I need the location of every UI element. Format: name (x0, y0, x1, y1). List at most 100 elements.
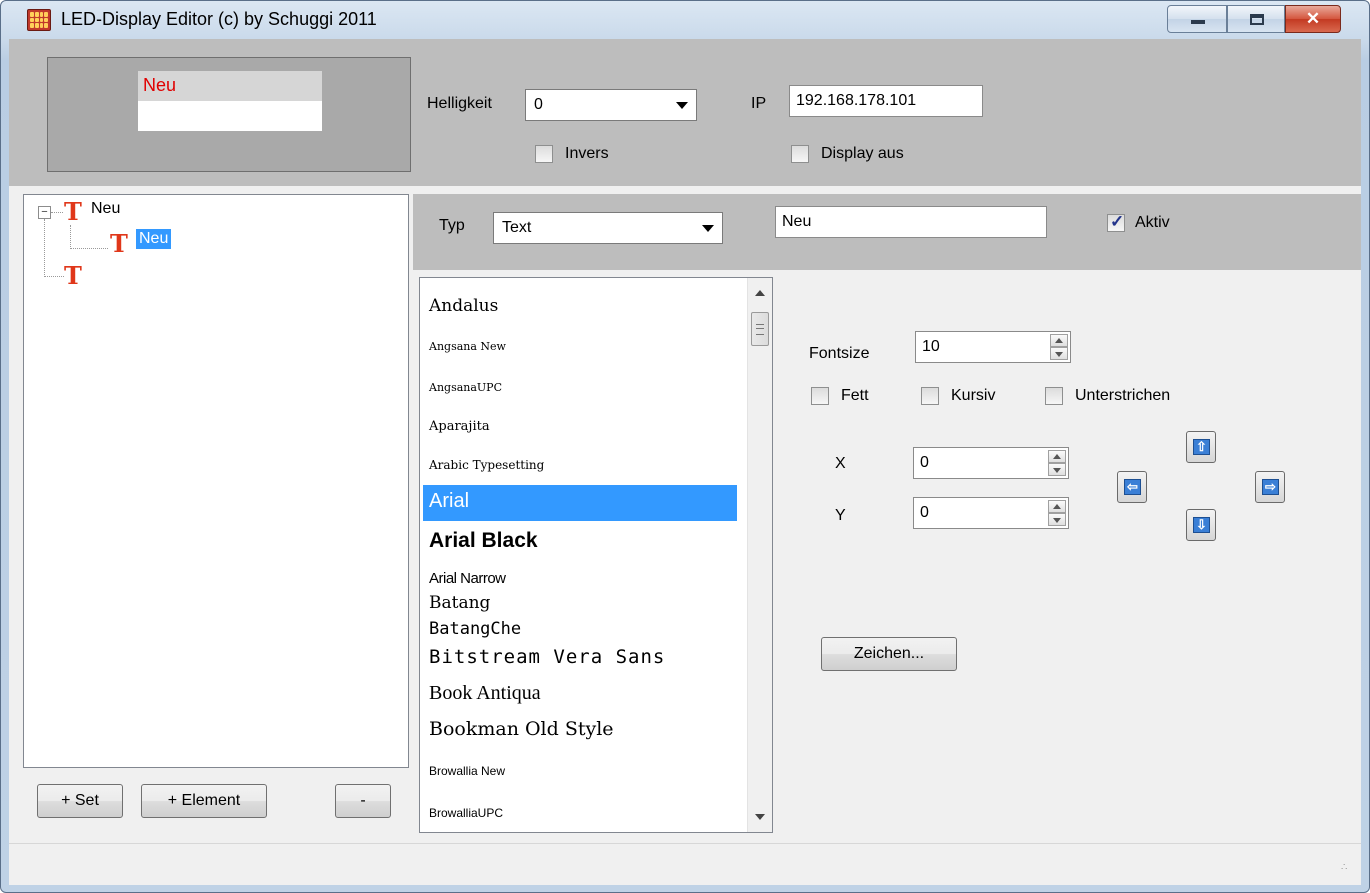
y-label: Y (835, 507, 846, 524)
kursiv-label: Kursiv (951, 387, 996, 404)
ip-input[interactable]: 192.168.178.101 (789, 85, 983, 117)
y-stepper[interactable]: 0 (913, 497, 1069, 529)
settings-panel: Neu Helligkeit 0 IP 192.168.178.101 Inve… (9, 39, 1361, 186)
font-item[interactable]: Arial Narrow (423, 570, 737, 587)
chevron-down-icon (676, 102, 688, 109)
font-item[interactable]: Angsana New (423, 340, 737, 353)
font-item[interactable]: Bitstream Vera Sans (423, 646, 737, 668)
font-item[interactable]: AngsanaUPC (423, 381, 737, 394)
y-value: 0 (920, 504, 929, 521)
scroll-up-icon[interactable] (755, 290, 765, 296)
aktiv-checkbox[interactable] (1107, 212, 1125, 232)
fett-checkbox[interactable] (811, 387, 829, 405)
spin-down-icon[interactable] (1048, 463, 1066, 476)
x-stepper[interactable]: 0 (913, 447, 1069, 479)
move-up-button[interactable]: ⇧ (1186, 431, 1216, 463)
helligkeit-select[interactable]: 0 (525, 89, 697, 121)
arrow-up-icon: ⇧ (1193, 439, 1210, 455)
resize-grip-icon[interactable]: ∴ (1341, 863, 1355, 879)
spin-up-icon[interactable] (1048, 500, 1066, 513)
spin-down-icon[interactable] (1050, 347, 1068, 360)
font-item-selected[interactable]: Arial (423, 485, 737, 521)
element-tree[interactable]: − T Neu T Neu T (23, 194, 409, 768)
font-item[interactable]: Browallia New (423, 764, 737, 778)
move-left-button[interactable]: ⇦ (1117, 471, 1147, 503)
invers-label: Invers (565, 145, 609, 162)
font-item[interactable]: BatangChe (423, 619, 737, 639)
font-list[interactable]: Andalus Angsana New AngsanaUPC Aparajita… (419, 277, 773, 833)
move-right-button[interactable]: ⇨ (1255, 471, 1285, 503)
helligkeit-value: 0 (534, 96, 543, 113)
font-item[interactable]: Bookman Old Style (423, 718, 737, 740)
font-item[interactable]: BrowalliaUPC (423, 806, 737, 820)
scroll-thumb[interactable] (751, 312, 769, 346)
spin-down-icon[interactable] (1048, 513, 1066, 526)
display-aus-checkbox[interactable] (791, 145, 809, 163)
font-item[interactable]: Batang (423, 593, 737, 613)
minimize-icon (1191, 20, 1205, 24)
zeichen-button[interactable]: Zeichen... (821, 637, 957, 671)
title-bar[interactable]: LED-Display Editor (c) by Schuggi 2011 ✕ (1, 1, 1369, 39)
maximize-button[interactable] (1227, 5, 1285, 33)
element-type-bar: Typ Text Neu Aktiv (413, 194, 1361, 270)
tree-item-label[interactable]: Neu (136, 229, 172, 249)
close-icon: ✕ (1305, 9, 1321, 28)
font-item[interactable]: Book Antiqua (423, 682, 737, 705)
typ-label: Typ (439, 217, 465, 234)
helligkeit-label: Helligkeit (427, 95, 492, 112)
fett-label: Fett (841, 387, 869, 404)
arrow-left-icon: ⇦ (1124, 479, 1141, 495)
remove-button[interactable]: - (335, 784, 391, 818)
fontsize-value: 10 (922, 338, 940, 355)
led-grid-icon (27, 9, 51, 31)
status-bar: ∴ (9, 843, 1361, 885)
aktiv-label: Aktiv (1135, 214, 1170, 231)
text-element-icon: T (110, 229, 128, 258)
add-element-button[interactable]: + Element (141, 784, 267, 818)
typ-select[interactable]: Text (493, 212, 723, 244)
arrow-right-icon: ⇨ (1262, 479, 1279, 495)
chevron-down-icon (702, 225, 714, 232)
fontsize-stepper[interactable]: 10 (915, 331, 1071, 363)
scroll-down-icon[interactable] (755, 814, 765, 820)
led-preview-line (138, 101, 322, 131)
tree-connector (70, 225, 71, 249)
arrow-down-icon: ⇩ (1193, 517, 1210, 533)
typ-value: Text (502, 219, 532, 236)
led-preview: Neu (47, 57, 411, 172)
font-list-scrollbar[interactable] (747, 278, 772, 832)
close-button[interactable]: ✕ (1285, 5, 1341, 33)
unterstrichen-checkbox[interactable] (1045, 387, 1063, 405)
element-text-input[interactable]: Neu (775, 206, 1047, 238)
text-element-icon: T (64, 197, 82, 226)
collapse-icon[interactable]: − (38, 206, 51, 219)
y-spin-buttons[interactable] (1048, 500, 1066, 526)
app-window: LED-Display Editor (c) by Schuggi 2011 ✕… (0, 0, 1370, 893)
spin-up-icon[interactable] (1050, 334, 1068, 347)
kursiv-checkbox[interactable] (921, 387, 939, 405)
ip-label: IP (751, 95, 767, 112)
tree-connector (51, 212, 63, 213)
font-item[interactable]: Aparajita (423, 419, 737, 434)
fontsize-label: Fontsize (809, 345, 870, 362)
text-element-icon[interactable]: T (64, 264, 82, 288)
fontsize-spin-buttons[interactable] (1050, 334, 1068, 360)
font-item[interactable]: Andalus (423, 296, 737, 316)
font-item[interactable]: Arial Black (423, 529, 737, 553)
font-item[interactable]: Arabic Typesetting (423, 458, 737, 472)
unterstrichen-label: Unterstrichen (1075, 387, 1171, 404)
tree-connector (70, 248, 108, 249)
invers-checkbox[interactable] (535, 145, 553, 163)
client-area: Neu Helligkeit 0 IP 192.168.178.101 Inve… (9, 39, 1361, 885)
display-aus-label: Display aus (821, 145, 904, 162)
maximize-icon (1250, 14, 1264, 25)
minimize-button[interactable] (1167, 5, 1227, 33)
tree-item-label[interactable]: Neu (88, 199, 123, 219)
x-spin-buttons[interactable] (1048, 450, 1066, 476)
add-set-button[interactable]: + Set (37, 784, 123, 818)
led-preview-text: Neu (138, 71, 322, 101)
spin-up-icon[interactable] (1048, 450, 1066, 463)
move-down-button[interactable]: ⇩ (1186, 509, 1216, 541)
window-title: LED-Display Editor (c) by Schuggi 2011 (61, 9, 377, 29)
tree-connector (44, 276, 64, 277)
